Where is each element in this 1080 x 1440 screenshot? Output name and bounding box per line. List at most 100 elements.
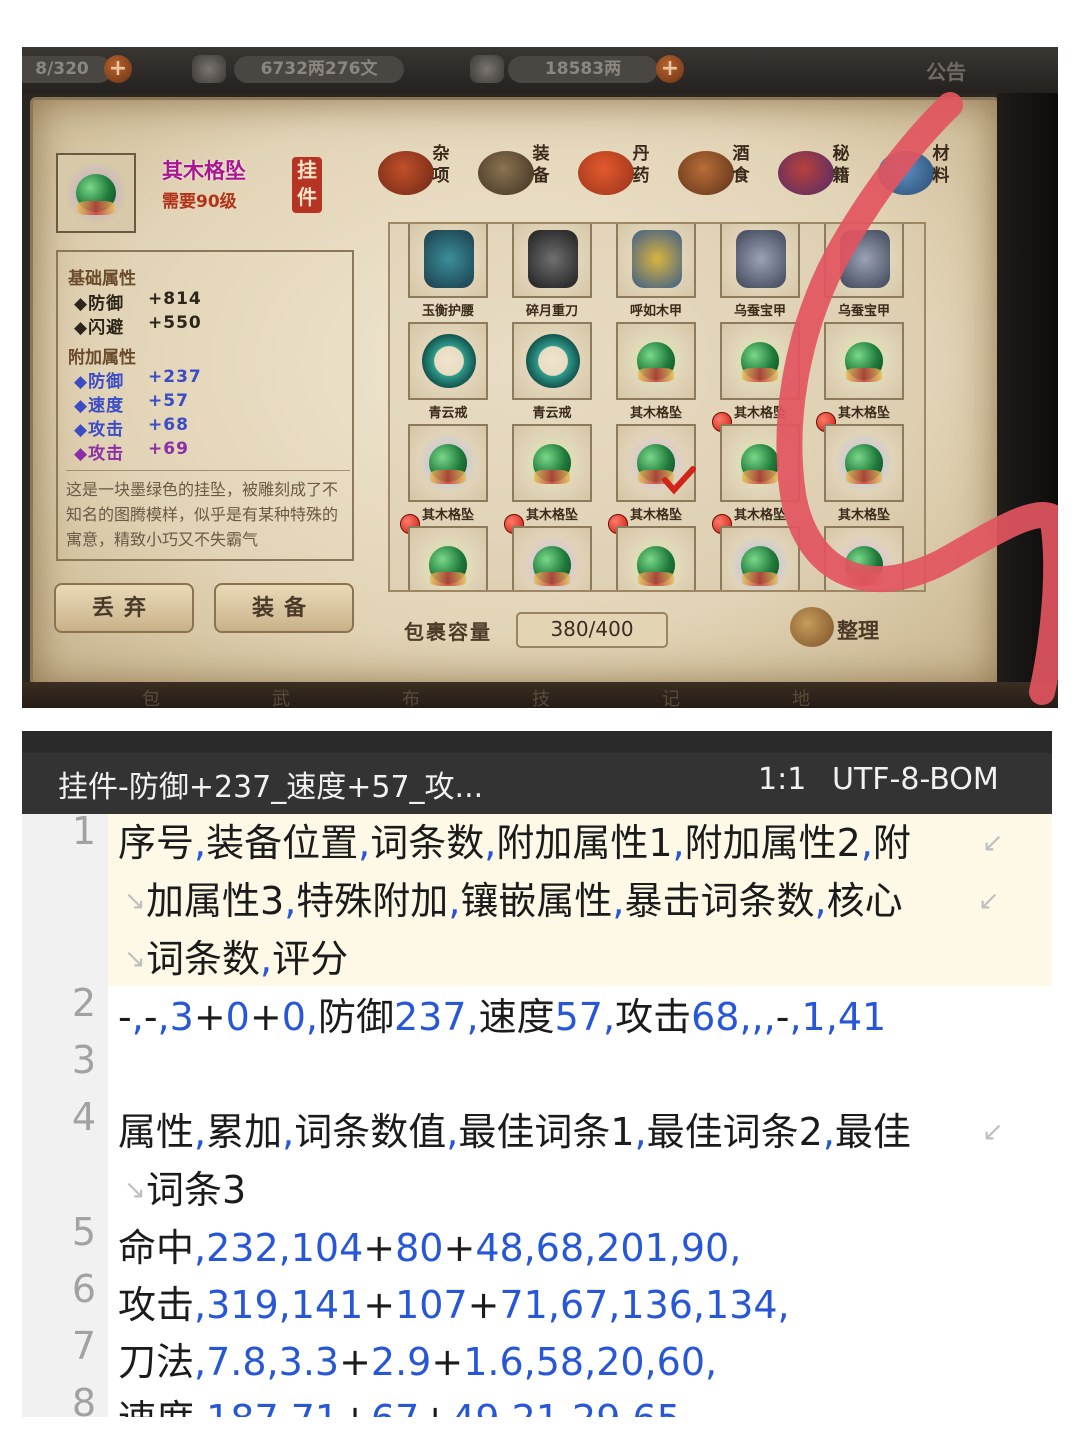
game-screenshot: 8/320 + 6732两276文 18583两 + 公告 其木格坠 需要90级… xyxy=(22,47,1058,708)
tab-label: 材料 xyxy=(932,144,950,186)
file-encoding[interactable]: UTF-8-BOM xyxy=(832,762,999,797)
inventory-slot[interactable] xyxy=(512,526,592,590)
bottom-nav-item[interactable]: 武 xyxy=(272,685,290,708)
item-name: 其木格坠 xyxy=(162,159,246,183)
money-bag-icon[interactable] xyxy=(790,607,834,647)
code-line-2[interactable]: -,-,3+0+0,防御237,速度57,攻击68,,,-,1,41 xyxy=(118,988,886,1046)
inventory-slot[interactable] xyxy=(408,224,488,298)
slot-label: 青云戒 xyxy=(532,406,572,421)
inventory-slot[interactable] xyxy=(824,424,904,502)
code-line-1-wrap[interactable]: 词条数,评分 xyxy=(146,930,348,988)
line-number: 2 xyxy=(71,981,96,1025)
jade-pendant-icon xyxy=(626,534,686,590)
code-line-7[interactable]: 刀法,7.8,3.3+2.9+1.6,58,20,60, xyxy=(118,1333,717,1391)
base-stat-row: ◆防御 +814 xyxy=(74,289,201,314)
inventory-slot[interactable] xyxy=(512,224,592,298)
item-description: 这是一块墨绿色的挂坠，被雕刻成了不知名的图腾模样，似乎是有某种特殊的寓意，精致小… xyxy=(66,470,350,559)
inventory-slot[interactable] xyxy=(408,322,488,400)
base-stats-title: 基础属性 xyxy=(68,269,136,289)
slot-label: 其木格坠 xyxy=(837,508,890,523)
scroll-icon xyxy=(478,151,534,195)
capacity-value: 380/400 xyxy=(516,612,668,648)
inventory-slot[interactable] xyxy=(720,322,800,400)
wrap-continue-icon: ↘ xyxy=(124,886,146,916)
side-shadow xyxy=(997,93,1058,682)
code-line-6[interactable]: 攻击,319,141+107+71,67,136,134, xyxy=(118,1276,790,1334)
stat-value: +237 xyxy=(148,367,202,387)
inventory-slot-selected[interactable] xyxy=(616,424,696,502)
inventory-slot[interactable] xyxy=(824,526,904,590)
code-line-8[interactable]: 速度,187,71+67+49,21,29,65, xyxy=(118,1390,693,1417)
silver-ingot-icon xyxy=(192,55,226,83)
inventory-slot[interactable] xyxy=(824,224,904,298)
bottom-nav-item[interactable]: 技 xyxy=(532,685,550,708)
tab-label: 酒食 xyxy=(732,144,750,186)
sort-button[interactable]: 整理 xyxy=(837,615,879,645)
notice-button[interactable]: 公告 xyxy=(926,56,966,85)
inventory-slot[interactable] xyxy=(408,424,488,502)
inventory-slot[interactable] xyxy=(616,224,696,298)
item-requirement: 需要90级 xyxy=(162,192,237,212)
add-gold-button[interactable]: + xyxy=(656,55,684,83)
equip-button[interactable]: 装备 xyxy=(214,583,354,633)
stat-value: +550 xyxy=(148,313,202,333)
discard-button[interactable]: 丢弃 xyxy=(54,583,194,633)
gold-counter: 18583两 xyxy=(508,56,658,83)
extra-stat-row: ◆速度 +57 xyxy=(74,391,188,416)
stat-value: +814 xyxy=(148,289,202,309)
wrap-arrow-icon: ↙ xyxy=(982,828,1004,858)
slot-label: 青云戒 xyxy=(428,406,468,421)
stat-name: ◆速度 xyxy=(74,396,125,416)
tab-label: 装备 xyxy=(532,144,550,186)
selected-item-slot xyxy=(56,153,136,233)
inventory-slot[interactable] xyxy=(408,526,488,590)
jade-pendant-icon xyxy=(418,432,478,494)
inventory-slot[interactable] xyxy=(616,322,696,400)
inventory-slot[interactable] xyxy=(824,322,904,400)
tab-label: 丹药 xyxy=(632,144,650,186)
slot-label: 碎月重刀 xyxy=(525,304,578,319)
bottom-nav-item[interactable]: 包 xyxy=(142,685,160,708)
bottom-nav: 包 武 布 技 记 地 xyxy=(22,682,1058,708)
code-line-1[interactable]: 序号,装备位置,词条数,附加属性1,附加属性2,附 xyxy=(118,814,911,872)
inventory-slot[interactable] xyxy=(720,224,800,298)
add-stamina-button[interactable]: + xyxy=(104,55,132,83)
ring-icon xyxy=(526,334,580,388)
bottom-nav-item[interactable]: 布 xyxy=(402,685,420,708)
silver-counter: 6732两276文 xyxy=(234,56,404,83)
jade-pendant-icon xyxy=(64,161,128,225)
inventory-slot[interactable] xyxy=(616,526,696,590)
belt-icon xyxy=(424,230,474,288)
slot-label: 呼如木甲 xyxy=(629,304,682,319)
line-number: 7 xyxy=(71,1324,96,1368)
line-number: 6 xyxy=(71,1267,96,1311)
inventory-slot[interactable] xyxy=(512,322,592,400)
inventory-slot[interactable] xyxy=(512,424,592,502)
wrap-continue-icon: ↘ xyxy=(124,1175,146,1205)
jade-pendant-icon xyxy=(626,330,686,392)
code-line-1-wrap[interactable]: 加属性3,特殊附加,镶嵌属性,暴击词条数,核心 xyxy=(146,872,903,930)
stat-name: ◆攻击 xyxy=(74,420,125,440)
inventory-grid: 玉衡护腰 碎月重刀 呼如木甲 乌蚕宝甲 乌蚕宝甲 青云戒 青云戒 其木格坠 其木… xyxy=(388,222,926,592)
stat-name: ◆闪避 xyxy=(74,318,125,338)
line-number: 5 xyxy=(71,1210,96,1254)
code-line-4[interactable]: 属性,累加,词条数值,最佳词条1,最佳词条2,最佳 xyxy=(118,1103,911,1161)
file-name[interactable]: 挂件-防御+237_速度+57_攻... xyxy=(58,762,483,806)
armor-icon xyxy=(632,230,682,288)
line-number: 8 xyxy=(71,1381,96,1417)
stamina-counter: 8/320 xyxy=(22,56,112,83)
blade-icon xyxy=(528,230,578,288)
inventory-slot[interactable] xyxy=(720,424,800,502)
bottom-nav-item[interactable]: 地 xyxy=(792,685,810,708)
stat-name: ◆防御 xyxy=(74,372,125,392)
line-number-gutter: 1 2 3 4 5 6 7 8 xyxy=(22,809,108,1417)
editor-title-bar: 挂件-防御+237_速度+57_攻... 1:1 UTF-8-BOM xyxy=(22,731,1052,814)
wine-food-icon xyxy=(678,151,734,195)
jade-pendant-icon xyxy=(418,534,478,590)
code-line-4-wrap[interactable]: 词条3 xyxy=(146,1161,246,1219)
stat-value: +57 xyxy=(148,391,189,411)
bottom-nav-item[interactable]: 记 xyxy=(662,685,680,708)
code-line-5[interactable]: 命中,232,104+80+48,68,201,90, xyxy=(118,1219,741,1277)
item-stats-box: 基础属性 ◆防御 +814 ◆闪避 +550 附加属性 ◆防御 +237 ◆速度 +57… xyxy=(56,250,354,561)
inventory-slot[interactable] xyxy=(720,526,800,590)
